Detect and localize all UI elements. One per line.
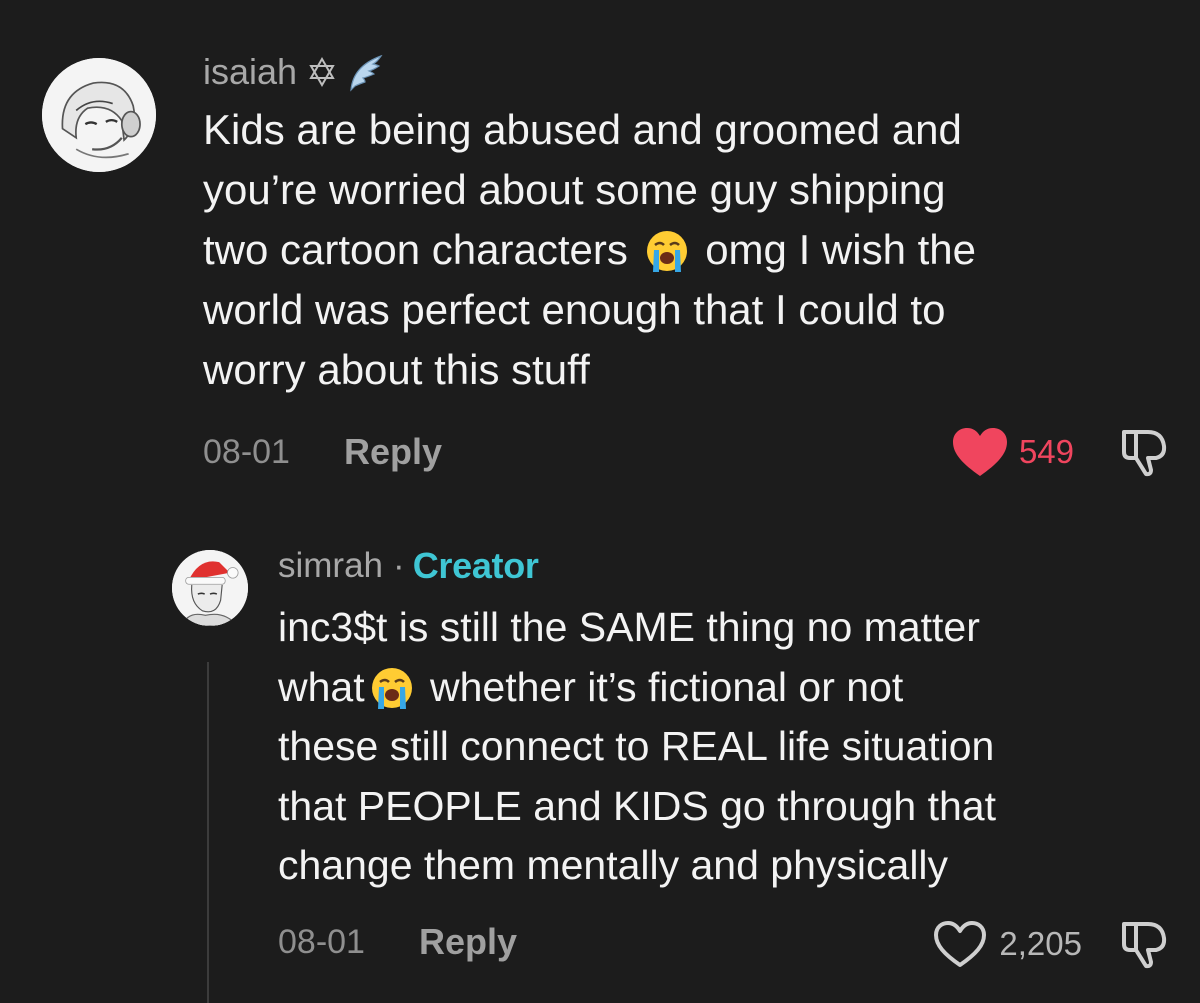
- comment-header: simrah · Creator: [278, 544, 539, 588]
- comment-text-line: you’re worried about some guy shipping: [203, 166, 946, 213]
- comment-text-line: what whether it’s fictional or not: [278, 658, 1178, 718]
- text-segment: omg I wish the: [693, 226, 976, 273]
- comment-text: inc3$t is still the SAME thing no matter…: [278, 598, 1178, 896]
- username[interactable]: isaiah: [203, 51, 297, 93]
- comment-text-line: world was perfect enough that I could to: [203, 286, 946, 333]
- comment-text-line: inc3$t is still the SAME thing no matter: [278, 604, 980, 650]
- comment-actions: 2,205: [931, 916, 1170, 972]
- comment-meta: 08-01 Reply: [203, 428, 442, 476]
- comment-header: isaiah: [203, 48, 383, 96]
- avatar[interactable]: [42, 58, 156, 172]
- thumbs-down-icon[interactable]: [1118, 426, 1170, 478]
- comment-text-line: two cartoon characters omg I wish the: [203, 220, 1163, 280]
- separator: ·: [393, 546, 405, 585]
- text-segment: two cartoon characters: [203, 226, 640, 273]
- heart-filled-icon[interactable]: [951, 426, 1009, 478]
- comment-meta: 08-01 Reply: [278, 918, 517, 966]
- creator-badge: Creator: [412, 545, 539, 586]
- loudly-crying-emoji-icon: [371, 667, 412, 709]
- loudly-crying-emoji-icon: [646, 231, 687, 272]
- comment-date: 08-01: [203, 432, 290, 471]
- star-of-david-icon: [309, 57, 335, 87]
- comment-text-line: Kids are being abused and groomed and: [203, 106, 962, 153]
- reply-comment: simrah · Creator inc3$t is still the SAM…: [0, 520, 1200, 1003]
- like-count: 2,205: [999, 925, 1082, 962]
- comment-actions: 549: [951, 424, 1170, 480]
- comment: isaiah Kids are being abused and groomed…: [0, 0, 1200, 520]
- comment-text-line: worry about this stuff: [203, 346, 590, 393]
- heart-outline-icon[interactable]: [931, 918, 989, 970]
- thread-line: [207, 662, 209, 1003]
- comment-text: Kids are being abused and groomed and yo…: [203, 100, 1163, 400]
- avatar[interactable]: [172, 550, 248, 626]
- comment-text-line: change them mentally and physically: [278, 842, 949, 888]
- comment-date: 08-01: [278, 922, 365, 961]
- reply-button[interactable]: Reply: [419, 921, 517, 963]
- reply-button[interactable]: Reply: [344, 431, 442, 473]
- username[interactable]: simrah: [278, 546, 383, 586]
- like-count: 549: [1018, 433, 1074, 470]
- comment-text-line: these still connect to REAL life situati…: [278, 723, 995, 769]
- thumbs-down-icon[interactable]: [1118, 918, 1170, 970]
- wing-icon: [350, 54, 383, 92]
- text-segment: whether it’s fictional or not: [418, 663, 904, 710]
- comment-text-line: that PEOPLE and KIDS go through that: [278, 782, 996, 829]
- text-segment: what: [278, 663, 365, 710]
